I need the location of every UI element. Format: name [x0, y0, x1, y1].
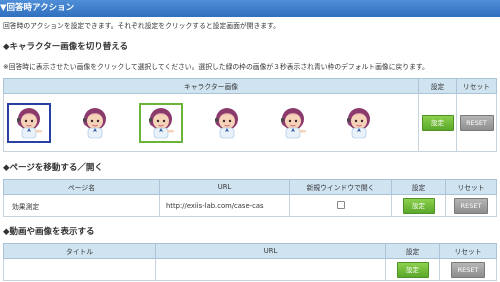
character-heading: ◆キャラクター画像を切り替える: [3, 42, 128, 52]
page-url-cell: http://exiis-lab.com/case-cas: [159, 194, 290, 217]
intro-text: 回答時のアクションを設定できます。それぞれ設定をクリックすると設定画面が開きます…: [3, 22, 280, 30]
col-reset: リセット: [456, 78, 497, 94]
col-reset: リセット: [439, 243, 497, 259]
col-reset: リセット: [445, 179, 497, 195]
col-set: 設定: [418, 78, 457, 94]
character-list: [4, 102, 418, 143]
page-set-button[interactable]: 設定: [402, 197, 435, 214]
page-reset-button[interactable]: RESET: [454, 197, 488, 214]
new-window-checkbox[interactable]: [336, 200, 345, 209]
character-table: キャラクター画像 設定 リセット 設定 RESET: [3, 78, 497, 152]
media-set-button[interactable]: 設定: [396, 261, 429, 278]
character-avatar-image: [215, 107, 238, 138]
media-title-cell: [3, 258, 156, 281]
character-avatar-image: [347, 107, 370, 138]
media-heading: ◆動画や画像を表示する: [3, 227, 95, 237]
character-reset-button[interactable]: RESET: [459, 114, 494, 131]
character-6-thumbnail[interactable]: [337, 103, 381, 143]
col-url: URL: [159, 179, 290, 195]
section-titlebar[interactable]: ▼回答時アクション: [0, 0, 500, 17]
character-note: ※回答時に表示させたい画像をクリックして選択してください。選択した緑の枠の画像が…: [3, 63, 429, 71]
page-table: ページ名 URL 新規ウインドウで開く 設定 リセット 効果測定 http://…: [3, 179, 497, 217]
character-3-thumbnail[interactable]: [139, 102, 183, 143]
col-page-name: ページ名: [3, 179, 160, 195]
character-avatar-image: [17, 107, 42, 138]
character-avatar-image: [281, 107, 306, 138]
character-2-thumbnail[interactable]: [73, 103, 117, 143]
character-avatar-image: [83, 107, 106, 138]
col-character-image: キャラクター画像: [3, 78, 419, 94]
media-reset-button[interactable]: RESET: [451, 261, 485, 278]
media-table: タイトル URL 設定 リセット 設定 RESET: [3, 243, 497, 281]
col-set: 設定: [391, 179, 446, 195]
col-url: URL: [155, 243, 386, 259]
character-4-thumbnail[interactable]: [205, 103, 249, 143]
character-5-thumbnail[interactable]: [271, 103, 315, 143]
character-1-thumbnail[interactable]: [7, 102, 51, 143]
header-title: ▼回答時アクション: [0, 3, 75, 13]
media-url-cell: [155, 258, 386, 281]
col-title: タイトル: [3, 243, 156, 259]
col-new-window: 新規ウインドウで開く: [289, 179, 392, 195]
page-heading: ◆ページを移動する／開く: [3, 163, 103, 173]
character-avatar-image: [149, 107, 174, 138]
col-set: 設定: [385, 243, 440, 259]
page-name-cell: 効果測定: [3, 194, 160, 217]
character-set-button[interactable]: 設定: [421, 114, 454, 131]
